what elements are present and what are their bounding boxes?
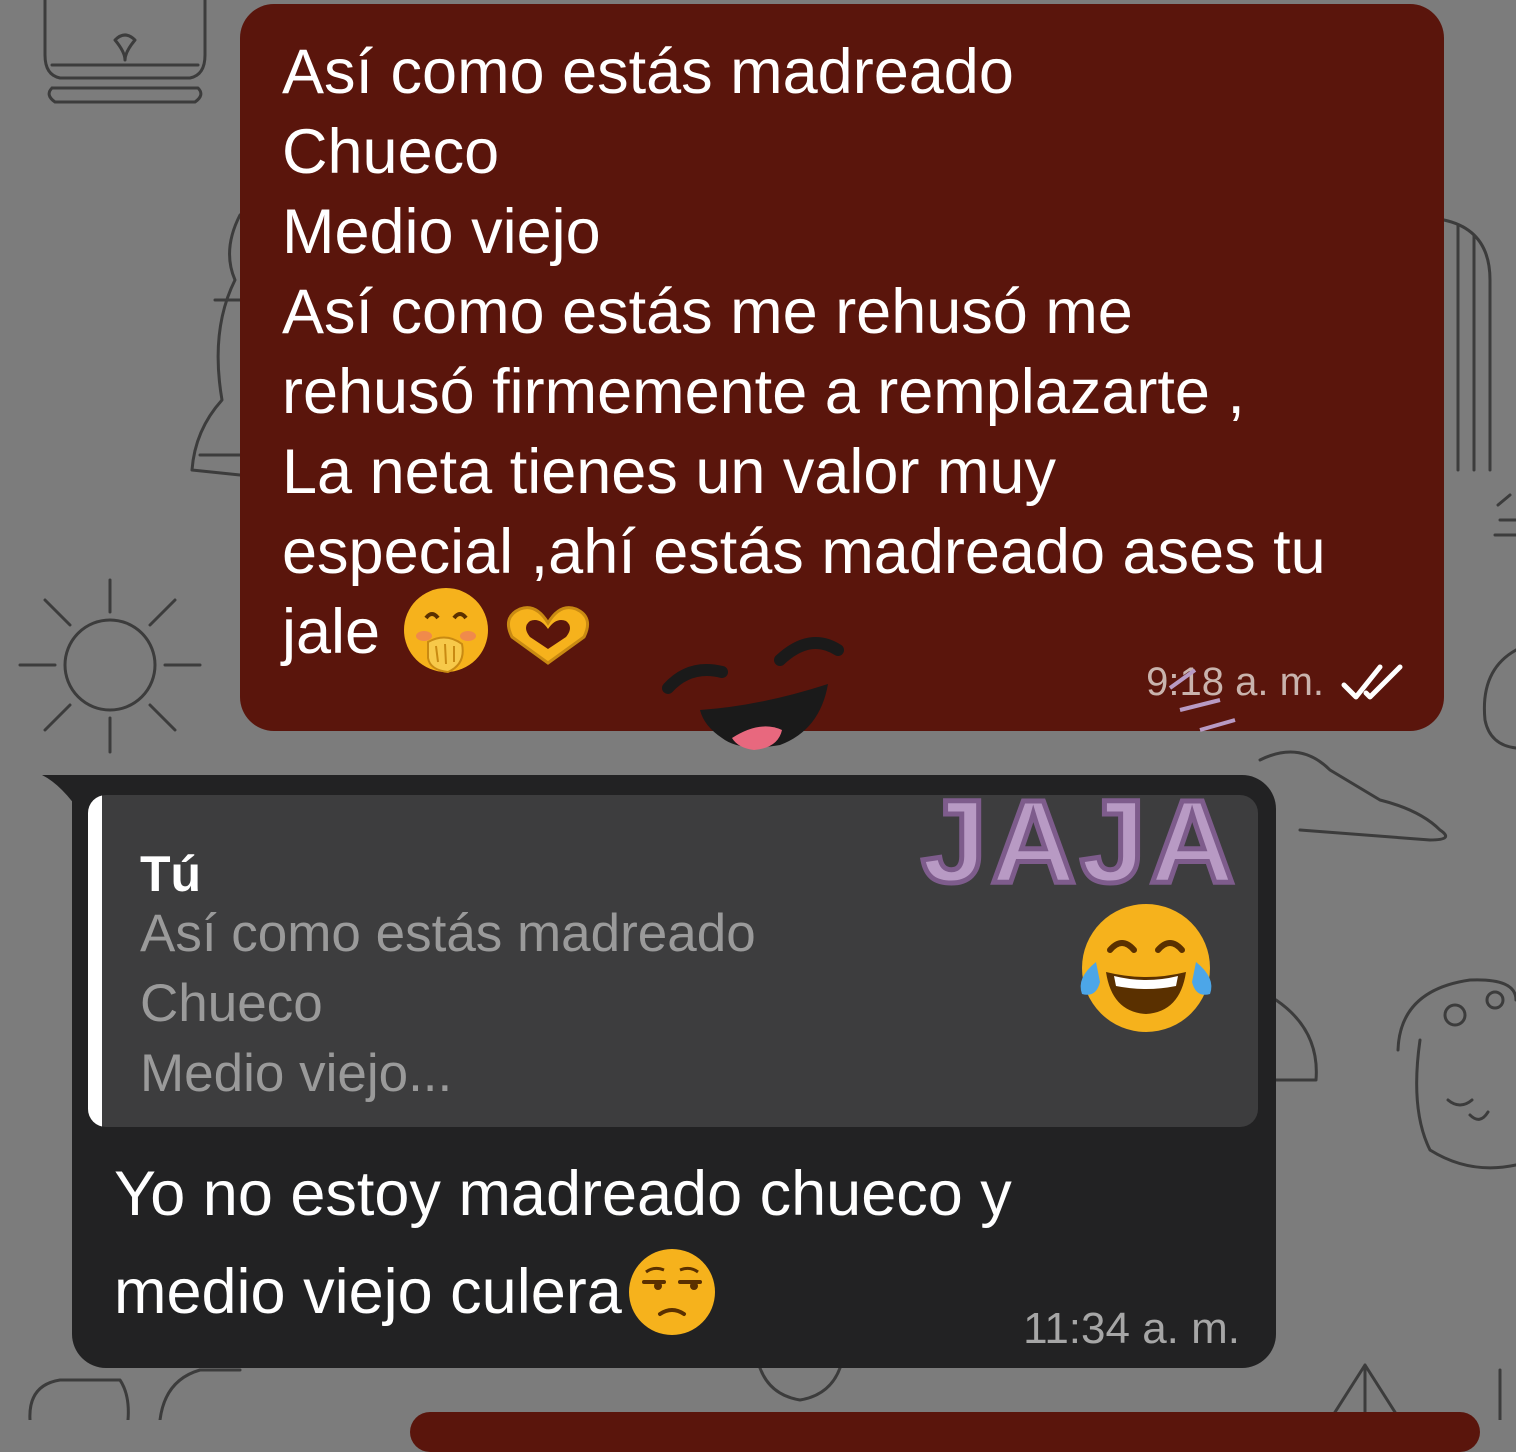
message-time: 11:34 a. m. [1023,1304,1240,1353]
double-check-icon [1341,664,1403,699]
hand-over-mouth-emoji-icon [404,588,489,674]
sticker-text: JAJA [921,776,1239,908]
message-line: Yo no estoy madreado chueco y [114,1159,1012,1229]
message-last-line: medio viejo culera [114,1243,1012,1341]
message-line: medio viejo culera [114,1257,622,1327]
right-arc-doodle [1482,648,1516,750]
right-sun-doodle [1493,493,1516,537]
sparkle-lines [1168,668,1236,732]
jar-doodle [43,0,207,104]
message-line: La neta tienes un valor muy [282,437,1056,507]
sun-doodle [18,578,202,754]
message-line: Chueco [282,117,500,187]
message-line: especial ,ahí estás madreado ases tu [282,517,1326,587]
message-line: Así como estás madreado [282,37,1014,107]
mushroom-doodle [1396,978,1516,1170]
reply-text: Yo no estoy madreado chueco y medio viej… [114,1145,1012,1341]
hand-doodle [1258,750,1448,842]
message-line: rehusó firmemente a remplazarte , [282,357,1245,427]
jaja-sticker[interactable]: JAJA [660,620,1260,1040]
heart-hands-emoji-icon [507,606,590,665]
next-message-bubble[interactable] [410,1412,1480,1452]
quote-author: Tú [140,846,202,902]
chess-doodle [190,213,242,477]
laughing-mouth-sticker-icon [662,637,844,750]
cage-doodle [1442,218,1492,472]
quote-line: Medio viejo... [140,1044,453,1103]
mushroom-left-doodle [1274,998,1318,1082]
tears-of-joy-emoji-icon [1080,904,1212,1032]
message-line: jale [282,597,381,667]
quote-accent-bar [88,795,102,1127]
message-line: Medio viejo [282,197,601,267]
message-line: Así como estás me rehusó me [282,277,1133,347]
unamused-face-emoji-icon [628,1249,715,1335]
